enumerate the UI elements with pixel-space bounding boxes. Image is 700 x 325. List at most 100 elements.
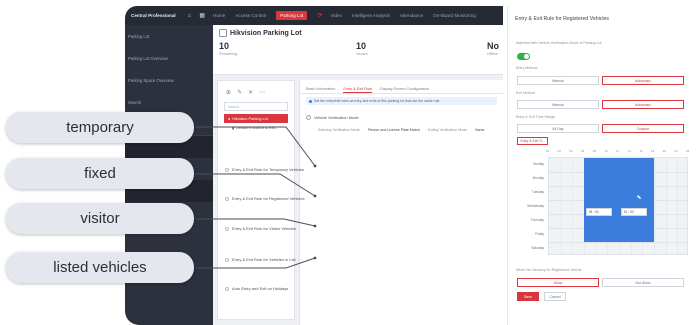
expand-icon	[225, 196, 229, 201]
callout-visitor: visitor	[6, 203, 194, 234]
nav-parking-lot[interactable]: Parking Lot	[276, 11, 308, 20]
entering-verification-value[interactable]: Person and License Plate Match	[368, 128, 420, 132]
callout-listed-vehicles: listed vehicles	[6, 252, 194, 283]
exiting-verification-value[interactable]: Same	[475, 128, 484, 132]
expand-icon	[225, 226, 229, 231]
entering-verification-label: Entering Verification Mode	[318, 128, 360, 132]
hour-tick: 12	[616, 149, 620, 153]
entry-automatic-button[interactable]: Automatic	[602, 76, 684, 85]
tree-node-child-label: Default Entrance & Exit...	[236, 125, 279, 130]
home-icon[interactable]: ⌂	[188, 13, 192, 19]
hour-tick: 24	[686, 149, 690, 153]
exit-manual-button[interactable]: Manual	[517, 100, 599, 109]
save-button[interactable]: Save	[517, 292, 539, 301]
page-title: Hikvision Parking Lot	[219, 29, 302, 37]
nav-on-board[interactable]: On-Board Monitoring	[433, 13, 476, 18]
gate-icon: ▮	[232, 126, 235, 130]
exit-automatic-button[interactable]: Automatic	[602, 100, 684, 109]
tree-node-root[interactable]: ● Hikvision Parking Lot	[224, 114, 288, 123]
nav-intelligent-analysis[interactable]: Intelligent Analysis	[352, 13, 390, 18]
time-template-label: Entry & Exit Ti...	[520, 139, 545, 143]
rule-registered[interactable]: Entry & Exit Rule for Registered Vehicle…	[225, 196, 304, 201]
grid-col-line	[654, 158, 655, 254]
tab-display-screen[interactable]: Display Screen Configuration	[380, 87, 429, 93]
sidebar-item-parking-lot[interactable]: Parking Lot	[125, 25, 213, 47]
stat-vacant-value: 10	[356, 41, 367, 51]
grid-col-line	[677, 158, 679, 254]
panel-tabs: Basic Information Entry & Exit Rule Disp…	[300, 80, 503, 94]
schedule-grid: 00 02 04 06 08 10 12 14 16 18 20 22 24 Sunday Monday T…	[516, 149, 694, 261]
vacancy-label: When No Vacancy for Registered Vehicle	[516, 268, 582, 272]
allow-button[interactable]: Allow	[517, 278, 599, 287]
collapse-icon[interactable]	[219, 29, 227, 37]
add-icon[interactable]: ⊕	[226, 89, 231, 96]
grid-col-line	[572, 158, 574, 254]
info-notice-text: Set the entry/exit rules at entry and ex…	[314, 99, 441, 103]
day-label: Sunday	[533, 162, 544, 166]
grid-col-line	[560, 158, 562, 254]
rule-listed-label: Entry & Exit Rule for Vehicles in List	[232, 257, 296, 262]
rule-listed[interactable]: Entry & Exit Rule for Vehicles in List	[225, 257, 296, 262]
rule-holidays[interactable]: Auto Entry and Exit on Holidays	[225, 286, 288, 291]
stat-vacant-label: Vacant	[356, 52, 368, 56]
stat-vacant: 10 Vacant	[356, 41, 368, 56]
day-label: Monday	[532, 176, 544, 180]
entry-manual-button[interactable]: Manual	[517, 76, 599, 85]
schedule-selected-band[interactable]	[584, 158, 654, 242]
sidebar-item-space-overview[interactable]: Parking Space Overview	[125, 69, 213, 91]
hour-tick: 16	[639, 149, 643, 153]
match-toggle[interactable]	[517, 53, 530, 60]
time-range-label: Entry & Exit Time Range	[516, 115, 556, 119]
tree-node-child[interactable]: ▮ Default Entrance & Exit...	[232, 125, 288, 131]
callout-fixed: fixed	[6, 158, 194, 189]
section-verification[interactable]: Vehicle Verification Mode	[306, 115, 497, 120]
rule-visitor[interactable]: Entry & Exit Rule for Visitor Vehicles	[225, 226, 296, 231]
hour-tick: 02	[557, 149, 561, 153]
rule-registered-label: Entry & Exit Rule for Registered Vehicle…	[232, 196, 305, 201]
edit-icon[interactable]: ✎	[237, 89, 242, 96]
custom-button[interactable]: Custom	[602, 124, 684, 133]
refresh-icon[interactable]: ⟳	[317, 12, 322, 19]
entry-method-label: Entry Method	[516, 66, 538, 70]
tab-entry-exit-rule[interactable]: Entry & Exit Rule	[343, 87, 373, 93]
cancel-button[interactable]: Cancel	[544, 292, 566, 301]
hour-tick: 08	[592, 149, 596, 153]
day-label: Tuesday	[531, 190, 544, 194]
app-brand: Central Professional	[131, 13, 176, 18]
hour-tick: 04	[569, 149, 573, 153]
page-title-text: Hikvision Parking Lot	[230, 29, 302, 37]
hour-tick: 10	[604, 149, 608, 153]
sidebar-item-overview[interactable]: Parking Lot Overview	[125, 47, 213, 69]
expand-icon	[225, 167, 229, 172]
info-notice: Set the entry/exit rules at entry and ex…	[306, 97, 497, 105]
not-allow-button[interactable]: Not Allow	[602, 278, 684, 287]
sidebar-item-search[interactable]: Search	[125, 91, 213, 113]
rule-visitor-label: Entry & Exit Rule for Visitor Vehicles	[232, 226, 297, 231]
grid-icon[interactable]: ▦	[199, 12, 205, 19]
start-time-input[interactable]: 05 : 00	[585, 208, 612, 217]
nav-access-control[interactable]: Access Control	[235, 13, 266, 18]
day-label: Wednesday	[527, 204, 544, 208]
more-icon[interactable]: ⋯	[259, 89, 265, 96]
stat-remaining-value: 10	[219, 41, 230, 51]
nav-attendance[interactable]: Attendance	[400, 13, 423, 18]
nav-home[interactable]: Home	[213, 13, 225, 18]
tree-search-input[interactable]: Search	[224, 102, 288, 111]
all-day-button[interactable]: All Day	[517, 124, 599, 133]
parking-lot-header: Hikvision Parking Lot 10 Remaining 10 Va…	[213, 25, 503, 75]
time-template-chip[interactable]: Entry & Exit Ti...	[517, 137, 548, 145]
callout-temporary: temporary	[6, 112, 194, 143]
dialog-title: Entry & Exit Rule for Registered Vehicle…	[515, 16, 609, 22]
rule-temporary[interactable]: Entry & Exit Rule for Temporary Vehicles	[225, 167, 304, 172]
delete-icon[interactable]: ✕	[248, 89, 253, 96]
exit-method-label: Exit Method	[516, 91, 535, 95]
rule-panel: Basic Information Entry & Exit Rule Disp…	[299, 80, 503, 325]
schedule-cells[interactable]: ⬉ 05 : 00 10 : 00	[548, 157, 688, 255]
day-label: Thursday	[530, 218, 544, 222]
schedule-hours: 00 02 04 06 08 10 12 14 16 18 20 22 24	[516, 149, 694, 155]
end-time-input[interactable]: 10 : 00	[620, 208, 647, 217]
nav-video[interactable]: Video	[330, 13, 342, 18]
tab-basic-info[interactable]: Basic Information	[306, 87, 335, 93]
hour-tick: 22	[674, 149, 678, 153]
stat-offline: No Offline	[487, 41, 499, 56]
